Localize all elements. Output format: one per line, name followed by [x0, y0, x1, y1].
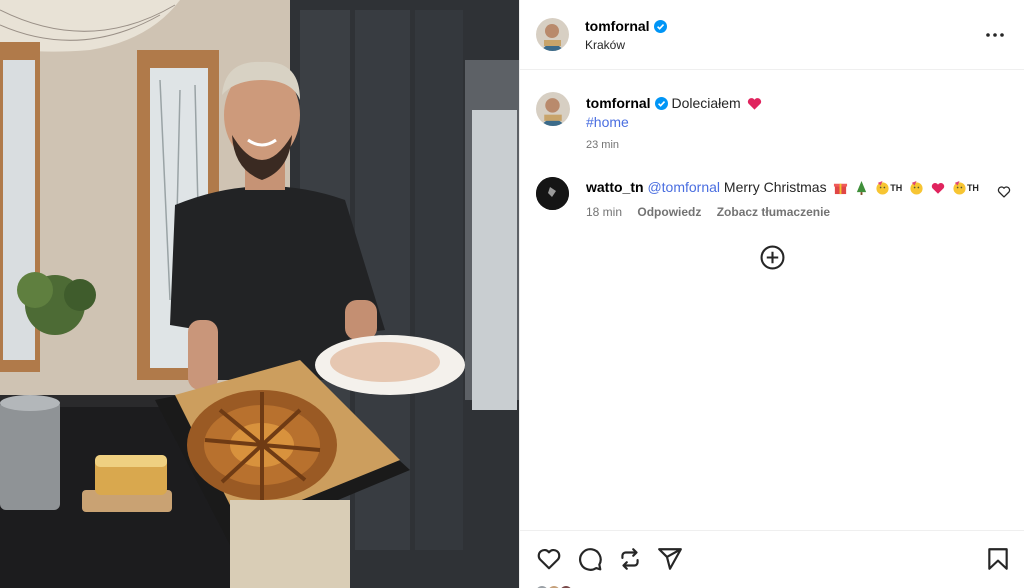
party-face-emoji-icon [910, 180, 923, 195]
heart-emoji-icon [931, 182, 945, 194]
post-caption: tomfornal Doleciałem #home 23 min [520, 90, 1024, 160]
author-username[interactable]: tomfornal [585, 18, 650, 34]
post-photo-image [0, 0, 519, 588]
caption-author-avatar[interactable] [536, 92, 570, 126]
comment-item: watto_tn @tomfornal Merry Christmas TH T… [520, 175, 1024, 225]
party-face-emoji-icon [953, 180, 966, 195]
see-translation-button[interactable]: Zobacz tłumaczenie [717, 205, 830, 219]
heart-outline-icon[interactable] [536, 546, 562, 572]
comment-meta: 18 min Odpowiedz Zobacz tłumaczenie [586, 205, 842, 219]
comment-mention[interactable]: @tomfornal [647, 179, 720, 195]
author-name[interactable]: tomfornal [585, 18, 667, 34]
caption-hashtag[interactable]: #home [586, 114, 629, 130]
gift-emoji-icon [834, 183, 848, 195]
caption-author[interactable]: tomfornal [586, 95, 651, 111]
post-location[interactable]: Kraków [585, 38, 625, 52]
more-horizontal-icon[interactable] [983, 24, 1007, 46]
caption-text: Doleciałem [671, 95, 741, 111]
send-icon[interactable] [657, 546, 683, 572]
bookmark-icon[interactable] [985, 546, 1011, 572]
post-action-bar [520, 530, 1024, 588]
party-face-emoji-icon [876, 180, 889, 195]
post-header: tomfornal Kraków [520, 0, 1024, 70]
repost-icon[interactable] [617, 546, 643, 572]
avatar-image [536, 92, 570, 126]
caption-timestamp: 23 min [586, 139, 620, 151]
author-avatar[interactable] [536, 18, 569, 51]
comment-heart-outline-icon[interactable] [997, 185, 1011, 199]
post-side-panel: tomfornal Kraków tomfornal Doleciałem #h… [519, 0, 1024, 588]
comment-icon[interactable] [577, 546, 603, 572]
post-photo[interactable] [0, 0, 519, 588]
comment-timestamp: 18 min [586, 205, 623, 219]
red-heart-emoji-icon [747, 98, 761, 110]
avatar-image [536, 177, 569, 210]
comment-author[interactable]: watto_tn [586, 179, 644, 195]
comment-text-line: watto_tn @tomfornal Merry Christmas TH T… [586, 179, 979, 195]
reply-button[interactable]: Odpowiedz [637, 205, 701, 219]
verified-badge-icon [653, 20, 667, 33]
commenter-avatar[interactable] [536, 177, 569, 210]
avatar-image [536, 18, 569, 51]
plus-circle-icon[interactable] [760, 245, 785, 270]
christmas-tree-emoji-icon [857, 181, 867, 195]
verified-badge-icon [654, 97, 668, 110]
th-text: TH [966, 183, 979, 193]
comment-text: Merry Christmas [723, 179, 827, 195]
caption-text-line: tomfornal Doleciałem [586, 95, 762, 111]
th-text: TH [890, 183, 903, 193]
